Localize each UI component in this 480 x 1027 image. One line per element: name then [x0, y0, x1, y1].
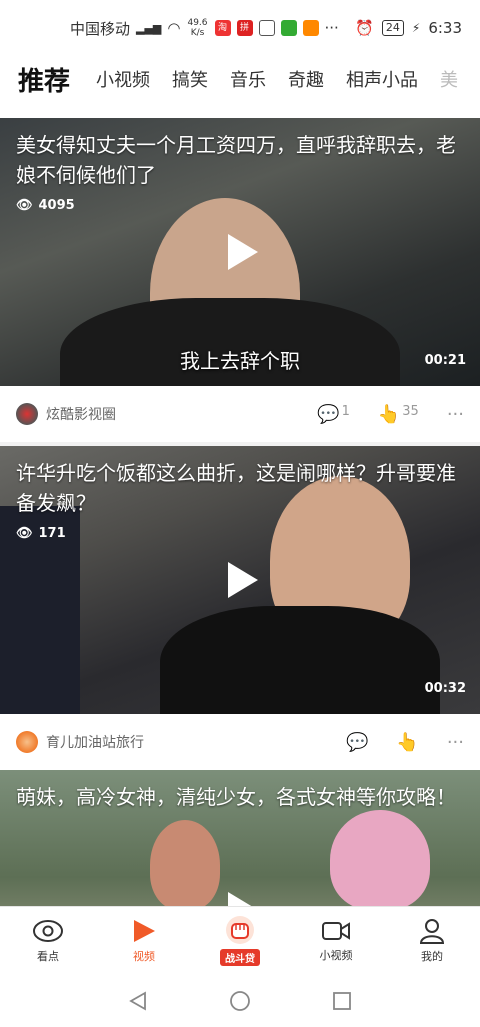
tab-funny[interactable]: 搞笑	[172, 66, 208, 92]
clock: 6:33	[428, 19, 462, 37]
comment-button[interactable]: 💬 1	[317, 404, 350, 425]
comment-icon: 💬	[317, 403, 340, 425]
back-icon[interactable]	[127, 990, 149, 1012]
comment-icon[interactable]: 💬	[346, 732, 368, 753]
thumb-icon[interactable]: 👆	[396, 732, 418, 753]
thumb-icon: 👆	[377, 403, 401, 425]
play-icon[interactable]	[218, 558, 262, 602]
eye-icon: 👁	[16, 198, 33, 213]
more-notifications-icon: ···	[324, 19, 339, 37]
recent-apps-icon[interactable]	[331, 990, 353, 1012]
app-notification-icon: 淘	[214, 20, 231, 36]
avatar[interactable]	[16, 403, 38, 425]
nav-short-video[interactable]: 小视频	[288, 907, 384, 974]
tab-short-video[interactable]: 小视频	[96, 66, 150, 92]
more-options-icon[interactable]: ···	[447, 404, 464, 425]
tab-music[interactable]: 音乐	[230, 66, 266, 92]
signal-icon: ▂▄▆	[136, 21, 162, 35]
nav-me[interactable]: 我的	[384, 907, 480, 974]
wifi-icon: ◠	[167, 19, 181, 37]
promo-badge: 战斗贷	[220, 949, 260, 966]
tab-recommend[interactable]: 推荐	[18, 61, 70, 98]
tab-curious[interactable]: 奇趣	[288, 66, 324, 92]
alarm-icon: ⏰	[355, 19, 374, 37]
eye-icon	[33, 919, 63, 942]
home-icon[interactable]	[229, 990, 251, 1012]
nav-watch[interactable]: 看点	[0, 907, 96, 974]
system-navigation-bar	[0, 974, 480, 1027]
network-speed: 49.6 K/s	[187, 18, 208, 38]
video-thumbnail-figure	[330, 810, 430, 910]
eye-icon: 👁	[16, 526, 33, 541]
author-name[interactable]: 育儿加油站旅行	[46, 732, 144, 752]
battery-indicator: 24	[381, 20, 404, 36]
status-bar: 中国移动 ▂▄▆ ◠ 49.6 K/s 淘 拼 ··· ⏰ 24 ⚡ 6:33	[0, 0, 480, 56]
bottom-navigation: 看点 视频 战斗贷 小视频 我的	[0, 906, 480, 974]
carrier-name: 中国移动	[70, 19, 131, 38]
nav-video[interactable]: 视频	[96, 907, 192, 974]
app-notification-icon	[280, 20, 297, 36]
card-meta: 育儿加油站旅行 💬 👆 ···	[0, 714, 480, 770]
avatar[interactable]	[16, 731, 38, 753]
view-count: 👁 4095	[16, 198, 75, 213]
video-duration: 00:21	[424, 353, 466, 368]
feed-card: 许华升吃个饭都这么曲折，这是闹哪样？升哥要准备发飙？ 👁 171 00:32 育…	[0, 446, 480, 774]
nav-label: 我的	[421, 949, 443, 963]
video-title[interactable]: 许华升吃个饭都这么曲折，这是闹哪样？升哥要准备发飙？	[16, 458, 466, 518]
video-duration: 00:32	[424, 681, 466, 696]
more-options-icon[interactable]: ···	[447, 732, 464, 753]
nav-label: 视频	[133, 949, 155, 963]
app-notification-icon	[258, 20, 275, 36]
tab-crosstalk[interactable]: 相声小品	[346, 66, 418, 92]
tab-beauty[interactable]: 美	[440, 66, 458, 92]
category-tabs: 推荐 小视频 搞笑 音乐 奇趣 相声小品 美	[0, 56, 480, 102]
video-player[interactable]: 许华升吃个饭都这么曲折，这是闹哪样？升哥要准备发飙？ 👁 171 00:32	[0, 446, 480, 714]
app-notification-icon: 拼	[236, 20, 253, 36]
fist-icon	[226, 916, 254, 944]
nav-promo[interactable]: 战斗贷	[192, 907, 288, 974]
video-title[interactable]: 美女得知丈夫一个月工资四万，直呼我辞职去，老娘不伺候他们了	[16, 130, 466, 190]
card-meta: 炫酷影视圈 💬 1 👆 35 ···	[0, 386, 480, 442]
feed-card: 美女得知丈夫一个月工资四万，直呼我辞职去，老娘不伺候他们了 👁 4095 我上去…	[0, 118, 480, 446]
play-icon[interactable]	[218, 230, 262, 274]
video-thumbnail-figure	[150, 820, 220, 910]
charging-icon: ⚡	[411, 21, 421, 35]
play-icon	[134, 919, 155, 942]
like-button[interactable]: 👆 35	[378, 404, 419, 425]
nav-label: 小视频	[319, 948, 353, 962]
view-count: 👁 171	[16, 526, 66, 541]
nav-label: 看点	[37, 949, 59, 963]
video-subtitle: 我上去辞个职	[180, 349, 300, 373]
camera-icon	[322, 921, 350, 940]
author-name[interactable]: 炫酷影视圈	[46, 404, 116, 424]
video-player[interactable]: 美女得知丈夫一个月工资四万，直呼我辞职去，老娘不伺候他们了 👁 4095 我上去…	[0, 118, 480, 386]
video-thumbnail-figure	[160, 606, 440, 714]
app-notification-icon	[302, 20, 319, 36]
video-title[interactable]: 萌妹，高冷女神，清纯少女，各式女神等你攻略！	[16, 782, 466, 812]
person-icon	[419, 918, 445, 944]
